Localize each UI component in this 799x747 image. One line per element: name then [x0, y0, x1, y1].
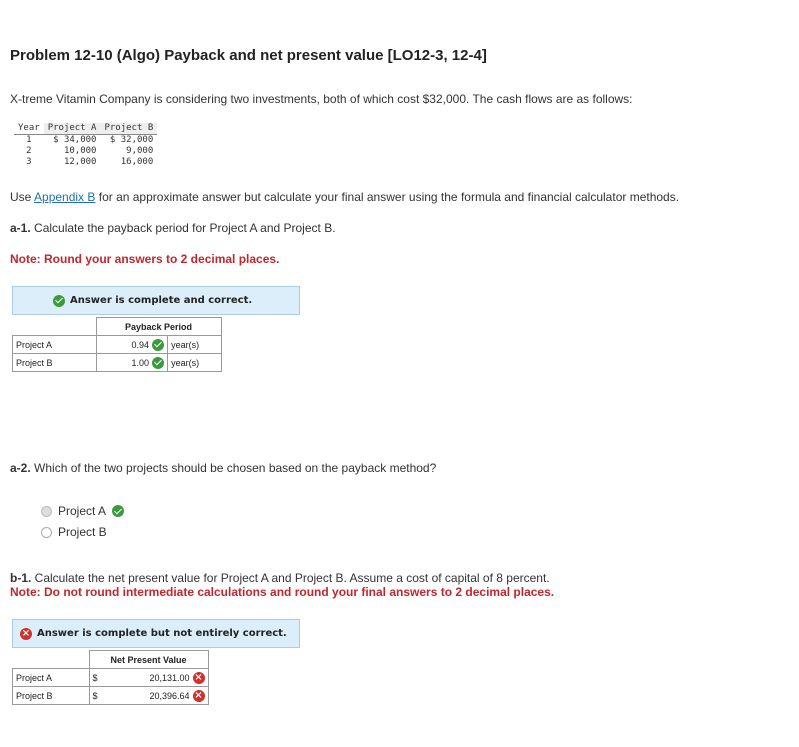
table-row: 3 12,000 16,000 [14, 157, 157, 168]
note-a1: Note: Round your answers to 2 decimal pl… [10, 252, 280, 266]
appendix-b-link[interactable]: Appendix B [34, 190, 95, 204]
instructions-pre: Use [10, 190, 35, 204]
check-icon [152, 356, 165, 369]
table-row: Project B 1.00 year(s) [12, 353, 222, 372]
table-row: Project A 0.94 year(s) [12, 335, 222, 354]
answer-banner-a1-text: Answer is complete and correct. [70, 295, 253, 306]
unit-label: year(s) [167, 335, 222, 354]
row-label: Project A [12, 335, 97, 354]
check-icon [112, 505, 125, 517]
radio-option-project-a[interactable]: Project A [41, 504, 125, 518]
question-b1-label: b-1. [10, 571, 32, 585]
currency-symbol: $ [88, 668, 102, 687]
payback-table: Payback Period Project A 0.94 year(s) Pr… [12, 317, 222, 372]
x-icon: × [192, 689, 205, 702]
cf-header-year: Year [14, 123, 44, 135]
currency-symbol: $ [88, 686, 102, 705]
table-row: Project A $ 20,131.00 × [12, 668, 209, 687]
payback-header: Payback Period [95, 317, 222, 336]
cf-cell: 1 [26, 135, 32, 145]
x-icon: × [20, 627, 32, 640]
payback-a-value: 0.94 [131, 339, 150, 350]
cf-cell: 16,000 [120, 157, 154, 167]
row-label: Project B [12, 686, 90, 705]
answer-banner-b1: × Answer is complete but not entirely co… [12, 619, 300, 648]
answer-banner-b1-text: Answer is complete but not entirely corr… [37, 628, 287, 639]
npv-b-field[interactable]: 20,396.64 × [101, 686, 209, 705]
npv-table: Net Present Value Project A $ 20,131.00 ×… [12, 650, 209, 705]
cf-cell: 9,000 [126, 146, 154, 156]
note-b1: Note: Do not round intermediate calculat… [10, 585, 555, 599]
instructions-post: for an approximate answer but calculate … [95, 190, 680, 204]
question-a2-label: a-2. [10, 461, 31, 475]
unit-label: year(s) [167, 353, 222, 372]
question-b1-text: Calculate the net present value for Proj… [31, 571, 550, 585]
cf-header-project-b: Project B [100, 123, 158, 135]
cf-header-project-a: Project A [43, 123, 101, 135]
radio-button[interactable] [41, 505, 52, 517]
question-a1: a-1. Calculate the payback period for Pr… [10, 221, 336, 235]
payback-a-field[interactable]: 0.94 [95, 335, 169, 354]
question-a2: a-2. Which of the two projects should be… [10, 461, 436, 475]
cf-cell: 12,000 [63, 157, 97, 167]
cf-cell: 3 [26, 157, 32, 167]
question-a2-text: Which of the two projects should be chos… [30, 461, 437, 475]
page-title: Problem 12-10 (Algo) Payback and net pre… [10, 47, 487, 64]
check-icon [53, 294, 65, 307]
check-icon [152, 338, 165, 351]
instructions: Use Appendix B for an approximate answer… [10, 190, 679, 204]
table-row: 1 $ 34,000 $ 32,000 [14, 135, 157, 147]
radio-label: Project B [58, 525, 107, 539]
radio-option-project-b[interactable]: Project B [41, 525, 107, 539]
radio-button[interactable] [41, 526, 52, 538]
table-row: 2 10,000 9,000 [14, 146, 157, 157]
payback-b-field[interactable]: 1.00 [95, 353, 169, 372]
table-row: Project B $ 20,396.64 × [12, 686, 209, 705]
intro-text: X-treme Vitamin Company is considering t… [10, 92, 633, 106]
x-icon: × [192, 671, 205, 684]
row-label: Project B [12, 353, 97, 372]
payback-b-value: 1.00 [131, 357, 150, 368]
row-label: Project A [12, 668, 90, 687]
npv-a-field[interactable]: 20,131.00 × [101, 668, 209, 687]
question-a1-label: a-1. [10, 221, 31, 235]
question-a1-text: Calculate the payback period for Project… [30, 221, 336, 235]
npv-header: Net Present Value [88, 650, 209, 669]
npv-a-value: 20,131.00 [149, 672, 190, 683]
question-b1: b-1. Calculate the net present value for… [10, 571, 550, 585]
npv-b-value: 20,396.64 [149, 690, 190, 701]
cf-cell: 2 [26, 146, 32, 156]
cf-cell: $ 34,000 [53, 135, 97, 145]
cash-flow-table: Year Project A Project B 1 $ 34,000 $ 32… [14, 123, 158, 168]
cf-cell: 10,000 [63, 146, 97, 156]
answer-banner-a1: Answer is complete and correct. [12, 286, 300, 315]
radio-label: Project A [58, 504, 107, 518]
cf-cell: $ 32,000 [109, 135, 154, 145]
